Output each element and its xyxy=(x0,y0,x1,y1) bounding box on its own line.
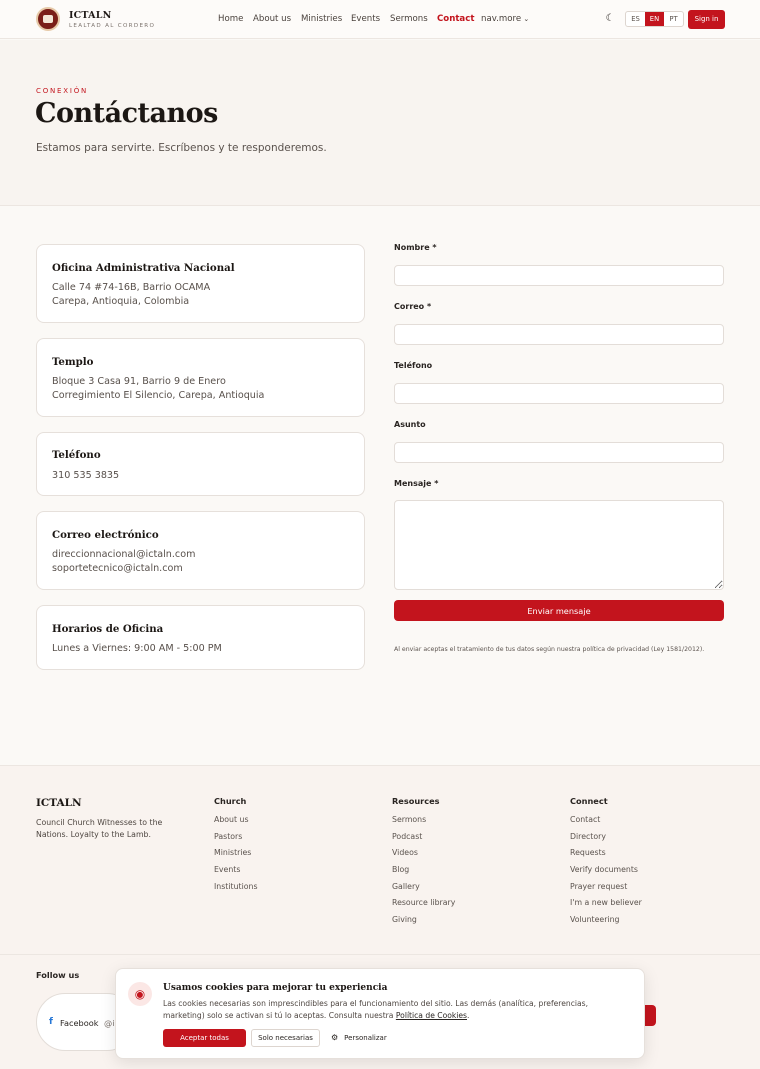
card-line[interactable]: 310 535 3835 xyxy=(52,470,119,481)
cookie-icon: ◉ xyxy=(128,982,152,1006)
card-email: Correo electrónico direccionnacional@ict… xyxy=(36,511,365,590)
brand-tagline: LEALTAD AL CORDERO xyxy=(69,23,156,29)
card-line[interactable]: direccionnacional@ictaln.com xyxy=(52,549,195,560)
cookie-text-body: Las cookies necesarias son imprescindibl… xyxy=(163,999,589,1020)
footer-heading-resources: Resources xyxy=(392,796,440,806)
footer-link[interactable]: Pastors xyxy=(214,832,242,841)
footer-link[interactable]: Contact xyxy=(570,815,600,824)
hero-subtitle: Estamos para servirte. Escríbenos y te r… xyxy=(36,142,327,154)
moon-icon[interactable]: ☾ xyxy=(604,13,616,25)
hero-eyebrow: CONEXIÓN xyxy=(36,87,89,95)
footer-link[interactable]: About us xyxy=(214,815,249,824)
subject-label: Asunto xyxy=(394,420,426,429)
card-line: Carepa, Antioquia, Colombia xyxy=(52,296,190,307)
footer-link[interactable]: Resource library xyxy=(392,898,455,907)
footer-link[interactable]: Ministries xyxy=(214,848,251,857)
card-line: Lunes a Viernes: 9:00 AM - 5:00 PM xyxy=(52,643,222,654)
nav-more-dropdown[interactable]: nav.more xyxy=(481,14,529,24)
phone-label: Teléfono xyxy=(394,361,433,370)
name-input[interactable] xyxy=(394,265,724,286)
nav-home[interactable]: Home xyxy=(218,14,243,24)
card-line: Bloque 3 Casa 91, Barrio 9 de Enero xyxy=(52,376,226,387)
email-input[interactable] xyxy=(394,324,724,345)
card-line[interactable]: soportetecnico@ictaln.com xyxy=(52,563,183,574)
lang-en[interactable]: EN xyxy=(645,12,664,26)
footer-description: Council Church Witnesses to the Nations.… xyxy=(36,818,163,839)
cookie-banner: ◉ Usamos cookies para mejorar tu experie… xyxy=(115,968,645,1059)
card-title: Teléfono xyxy=(52,449,101,461)
sliders-icon: ⚙ xyxy=(331,1033,339,1042)
footer-link[interactable]: Sermons xyxy=(392,815,426,824)
page-title: Contáctanos xyxy=(35,98,218,129)
card-phone: Teléfono 310 535 3835 xyxy=(36,432,365,496)
accept-all-button[interactable]: Aceptar todas xyxy=(163,1029,246,1047)
cookie-policy-link[interactable]: Política de Cookies xyxy=(396,1011,467,1020)
cookie-text-end: . xyxy=(467,1011,470,1020)
customize-label: Personalizar xyxy=(344,1034,387,1042)
subject-input[interactable] xyxy=(394,442,724,463)
card-line: Calle 74 #74-16B, Barrio OCAMA xyxy=(52,282,211,293)
privacy-note: Al enviar aceptas el tratamiento de tus … xyxy=(394,646,705,653)
nav-events[interactable]: Events xyxy=(351,14,380,24)
card-title: Oficina Administrativa Nacional xyxy=(52,262,235,274)
footer-link[interactable]: Videos xyxy=(392,848,418,857)
footer-brand: ICTALN xyxy=(36,797,82,809)
footer-link[interactable]: Gallery xyxy=(392,882,420,891)
card-title: Templo xyxy=(52,356,94,368)
footer-link[interactable]: Blog xyxy=(392,865,409,874)
nav-about-us[interactable]: About us xyxy=(253,14,291,24)
message-label: Mensaje * xyxy=(394,479,439,488)
footer-link[interactable]: Verify documents xyxy=(570,865,638,874)
footer-link[interactable]: Directory xyxy=(570,832,606,841)
footer-link[interactable]: I'm a new believer xyxy=(570,898,642,907)
nav-sermons[interactable]: Sermons xyxy=(390,14,428,24)
footer-heading-connect: Connect xyxy=(570,796,608,806)
logo-icon[interactable] xyxy=(36,7,60,31)
footer-heading-church: Church xyxy=(214,796,247,806)
footer-divider xyxy=(0,954,760,955)
lang-es[interactable]: ES xyxy=(626,12,645,26)
footer-link[interactable]: Podcast xyxy=(392,832,422,841)
name-label: Nombre * xyxy=(394,243,437,252)
follow-us-heading: Follow us xyxy=(36,970,80,980)
facebook-handle: @i xyxy=(104,1018,115,1028)
send-message-button[interactable]: Enviar mensaje xyxy=(394,600,724,621)
footer-link[interactable]: Events xyxy=(214,865,240,874)
sign-in-button[interactable]: Sign in xyxy=(688,10,725,29)
email-label: Correo * xyxy=(394,302,432,311)
footer-link[interactable]: Giving xyxy=(392,915,417,924)
card-office-hours: Horarios de Oficina Lunes a Viernes: 9:0… xyxy=(36,605,365,670)
top-navbar: ICTALN LEALTAD AL CORDERO Home About us … xyxy=(0,0,760,39)
card-temple: Templo Bloque 3 Casa 91, Barrio 9 de Ene… xyxy=(36,338,365,417)
card-title: Horarios de Oficina xyxy=(52,623,164,635)
hero-section: CONEXIÓN Contáctanos Estamos para servir… xyxy=(0,40,760,206)
card-national-office: Oficina Administrativa Nacional Calle 74… xyxy=(36,244,365,323)
phone-input[interactable] xyxy=(394,383,724,404)
cookie-title: Usamos cookies para mejorar tu experienc… xyxy=(163,983,388,993)
facebook-icon: f xyxy=(49,1017,53,1027)
facebook-label: Facebook xyxy=(60,1018,99,1028)
customize-button[interactable]: ⚙ Personalizar xyxy=(331,1029,387,1047)
brand[interactable]: ICTALN LEALTAD AL CORDERO xyxy=(69,10,155,29)
brand-name: ICTALN xyxy=(69,10,112,21)
only-necessary-button[interactable]: Solo necesarias xyxy=(251,1029,320,1047)
lang-pt[interactable]: PT xyxy=(664,12,683,26)
footer-link[interactable]: Requests xyxy=(570,848,606,857)
footer-link[interactable]: Institutions xyxy=(214,882,258,891)
nav-contact[interactable]: Contact xyxy=(437,14,474,24)
cookie-text: Las cookies necesarias son imprescindibl… xyxy=(163,998,628,1022)
card-line: Corregimiento El Silencio, Carepa, Antio… xyxy=(52,390,265,401)
message-textarea[interactable] xyxy=(394,500,724,590)
card-title: Correo electrónico xyxy=(52,529,159,541)
language-switcher: ES EN PT xyxy=(625,11,684,27)
nav-ministries[interactable]: Ministries xyxy=(301,14,342,24)
footer-link[interactable]: Prayer request xyxy=(570,882,627,891)
footer-link[interactable]: Volunteering xyxy=(570,915,619,924)
